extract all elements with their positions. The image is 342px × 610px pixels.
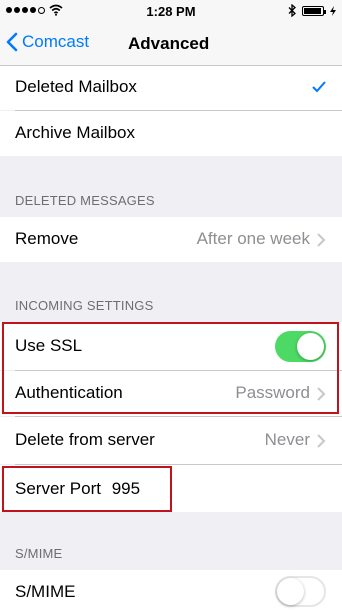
chevron-right-icon [317, 434, 326, 448]
chevron-right-icon [317, 387, 326, 401]
delete-from-server-value: Never [264, 430, 310, 449]
smime-header: S/MIME [15, 546, 63, 561]
server-port-label: Server Port 995 [15, 479, 140, 499]
server-port-row[interactable]: Server Port 995 [0, 465, 342, 512]
use-ssl-row: Use SSL [0, 322, 342, 370]
back-button-label: Comcast [22, 32, 90, 51]
navigation-bar: Comcast Advanced [0, 22, 342, 66]
bluetooth-icon [288, 4, 296, 17]
server-port-label-text: Server Port [15, 479, 101, 498]
smime-toggle[interactable] [275, 576, 326, 607]
chevron-right-icon [317, 233, 326, 247]
charging-icon [330, 5, 336, 16]
authentication-row[interactable]: Authentication Password [0, 371, 342, 416]
page-title: Advanced [128, 34, 210, 53]
delete-from-server-row[interactable]: Delete from server Never [0, 417, 342, 464]
authentication-label: Authentication [15, 383, 123, 402]
archive-mailbox-label: Archive Mailbox [15, 123, 135, 142]
remove-value: After one week [196, 229, 310, 248]
deleted-mailbox-label: Deleted Mailbox [15, 77, 137, 96]
smime-label: S/MIME [15, 582, 76, 601]
deleted-mailbox-row[interactable]: Deleted Mailbox [0, 66, 342, 110]
battery-icon [302, 5, 326, 16]
status-right [288, 4, 336, 17]
chevron-left-icon [6, 32, 18, 52]
use-ssl-toggle[interactable] [275, 331, 326, 362]
checkmark-icon [312, 81, 326, 93]
delete-from-server-label: Delete from server [15, 430, 155, 449]
archive-mailbox-row[interactable]: Archive Mailbox [0, 111, 342, 156]
status-bar: 1:28 PM [0, 0, 342, 22]
remove-row[interactable]: Remove After one week [0, 217, 342, 262]
toggle-knob [277, 578, 304, 605]
deleted-messages-header: DELETED MESSAGES [15, 193, 155, 208]
server-port-value[interactable]: 995 [112, 479, 140, 498]
authentication-value: Password [235, 383, 310, 402]
remove-label: Remove [15, 229, 79, 248]
use-ssl-label: Use SSL [15, 336, 83, 355]
toggle-knob [297, 333, 324, 360]
incoming-settings-header: INCOMING SETTINGS [15, 298, 154, 313]
back-button[interactable]: Comcast [6, 32, 89, 52]
smime-row: S/MIME [0, 570, 342, 610]
